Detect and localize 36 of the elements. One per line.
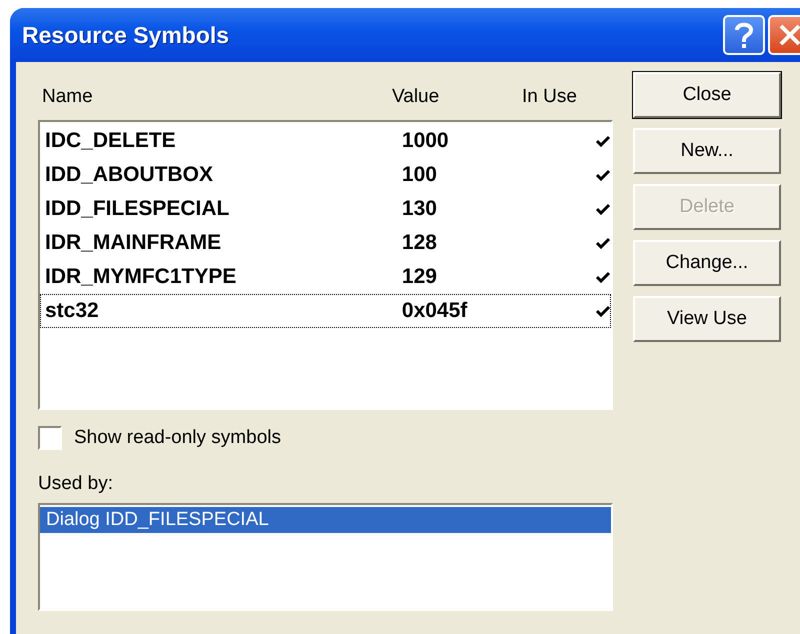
symbol-name: IDD_ABOUTBOX [44, 163, 214, 187]
symbol-name: IDR_MAINFRAME [44, 231, 222, 255]
symbol-row[interactable]: IDD_ABOUTBOX 100 [40, 158, 611, 192]
symbol-name: IDC_DELETE [44, 129, 177, 153]
symbol-row[interactable]: IDD_FILESPECIAL 130 [40, 192, 611, 226]
symbol-name: IDR_MYMFC1TYPE [44, 265, 238, 289]
symbol-row[interactable]: IDR_MYMFC1TYPE 129 [40, 260, 611, 294]
close-icon [778, 23, 800, 47]
checkbox[interactable] [38, 426, 62, 450]
used-by-list[interactable]: Dialog IDD_FILESPECIAL [38, 503, 613, 611]
column-header: Name [41, 86, 94, 109]
dialog-button[interactable]: Change... [633, 240, 781, 286]
symbol-row[interactable]: IDC_DELETE 1000 [40, 124, 611, 158]
window-title: Resource Symbols [22, 22, 230, 48]
symbol-name: stc32 [44, 299, 100, 323]
dialog-button[interactable]: New... [633, 128, 781, 174]
used-by-item[interactable]: Dialog IDD_FILESPECIAL [40, 507, 611, 533]
column-header: Value [392, 86, 440, 109]
used-by-label: Used by: [38, 473, 113, 495]
question-mark-icon [732, 21, 756, 49]
checkbox-label[interactable]: Show read-only symbols [74, 427, 281, 449]
symbol-name: IDD_FILESPECIAL [44, 197, 230, 221]
symbol-value: 1000 [400, 129, 450, 153]
symbol-value: 0x045f [400, 299, 468, 323]
symbol-list[interactable]: IDC_DELETE 1000 IDD_ABOUTBOX 100 IDD_FILESPECIAL 130 IDR_MAINFRAME 128 IDR_MYMFC1TYPE 129 stc32 0x045f [38, 120, 613, 410]
dialog-button[interactable]: View Use [633, 296, 781, 342]
symbol-value: 130 [400, 197, 438, 221]
help-button[interactable] [723, 15, 765, 55]
column-header: In Use [522, 86, 578, 109]
symbol-row[interactable]: IDR_MAINFRAME 128 [40, 226, 611, 260]
symbol-value: 100 [400, 163, 438, 187]
symbol-value: 129 [400, 265, 438, 289]
dialog-button[interactable]: Close [633, 72, 781, 118]
symbol-row[interactable]: stc32 0x045f [40, 294, 611, 328]
symbol-value: 128 [400, 231, 438, 255]
close-button[interactable] [768, 15, 800, 55]
